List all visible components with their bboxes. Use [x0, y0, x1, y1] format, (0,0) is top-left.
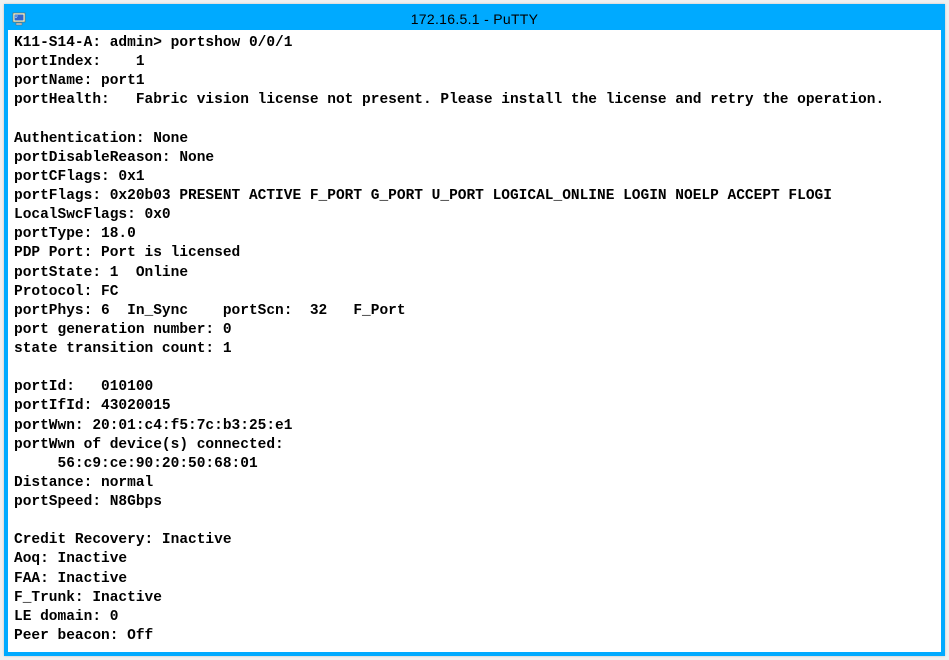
putty-icon [12, 11, 28, 27]
terminal-output[interactable]: K11-S14-A: admin> portshow 0/0/1 portInd… [8, 30, 941, 652]
window-title: 172.16.5.1 - PuTTY [411, 11, 539, 27]
window-titlebar[interactable]: 172.16.5.1 - PuTTY [8, 8, 941, 30]
putty-window: 172.16.5.1 - PuTTY K11-S14-A: admin> por… [4, 4, 945, 656]
